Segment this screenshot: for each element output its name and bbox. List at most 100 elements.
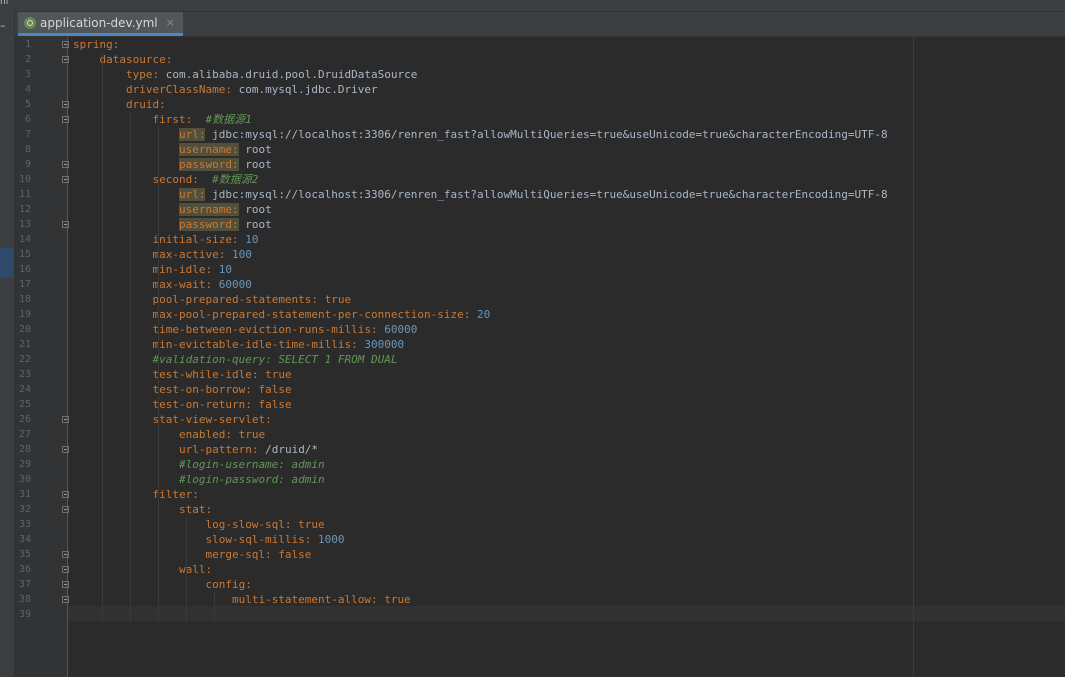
code-line[interactable]: max-wait: 60000 bbox=[73, 277, 251, 292]
fold-marker-icon[interactable] bbox=[62, 116, 69, 123]
code-line[interactable]: time-between-eviction-runs-millis: 60000 bbox=[73, 322, 417, 337]
code-line[interactable]: url-pattern: /druid/* bbox=[73, 442, 318, 457]
code-token: test-on-return: bbox=[152, 398, 252, 411]
line-number: 6 bbox=[24, 114, 31, 125]
code-comment: #validation-query: SELECT 1 FROM DUAL bbox=[152, 353, 398, 366]
line-number: 27 bbox=[18, 429, 31, 440]
code-token: username: bbox=[178, 203, 239, 216]
code-line[interactable]: test-on-return: false bbox=[73, 397, 291, 412]
code-line[interactable]: initial-size: 10 bbox=[73, 232, 258, 247]
code-line[interactable]: second: #数据源2 bbox=[73, 172, 258, 187]
code-line[interactable]: config: bbox=[73, 577, 251, 592]
code-line[interactable]: filter: bbox=[73, 487, 198, 502]
code-token: test-on-borrow: bbox=[152, 383, 252, 396]
code-text: com.mysql.jdbc.Driver bbox=[231, 83, 378, 96]
fold-marker-icon[interactable] bbox=[62, 596, 69, 603]
code-token: time-between-eviction-runs-millis: bbox=[152, 323, 378, 336]
line-number: 33 bbox=[18, 519, 31, 530]
code-line[interactable]: stat: bbox=[73, 502, 212, 517]
fold-marker-icon[interactable] bbox=[62, 41, 69, 48]
line-number: 14 bbox=[18, 234, 31, 245]
code-line[interactable]: #login-username: admin bbox=[73, 457, 325, 472]
fold-marker-icon[interactable] bbox=[62, 101, 69, 108]
code-line[interactable]: druid: bbox=[73, 97, 166, 112]
fold-marker-icon[interactable] bbox=[62, 491, 69, 498]
line-number: 3 bbox=[24, 69, 31, 80]
fold-marker-icon[interactable] bbox=[62, 56, 69, 63]
code-token: test-while-idle: bbox=[152, 368, 259, 381]
fold-marker-icon[interactable] bbox=[62, 161, 69, 168]
code-line[interactable]: url: jdbc:mysql://localhost:3306/renren_… bbox=[73, 127, 888, 142]
code-line[interactable]: min-idle: 10 bbox=[73, 262, 231, 277]
code-token: slow-sql-millis: bbox=[205, 533, 312, 546]
code-line[interactable]: driverClassName: com.mysql.jdbc.Driver bbox=[73, 82, 378, 97]
code-token: min-idle: bbox=[152, 263, 213, 276]
code-line[interactable]: test-while-idle: true bbox=[73, 367, 291, 382]
fold-marker-icon[interactable] bbox=[62, 551, 69, 558]
code-line[interactable]: first: #数据源1 bbox=[73, 112, 252, 127]
code-line[interactable]: type: com.alibaba.druid.pool.DruidDataSo… bbox=[73, 67, 417, 82]
code-text: /druid/* bbox=[258, 443, 319, 456]
code-line[interactable]: spring: bbox=[73, 37, 119, 52]
code-editor[interactable]: spring: datasource: type: com.alibaba.dr… bbox=[68, 37, 1065, 677]
line-number: 25 bbox=[18, 399, 31, 410]
fold-marker-icon[interactable] bbox=[62, 446, 69, 453]
fold-marker-icon[interactable] bbox=[62, 176, 69, 183]
fold-marker-icon[interactable] bbox=[62, 221, 69, 228]
code-token: password: bbox=[178, 218, 239, 231]
code-line[interactable]: #validation-query: SELECT 1 FROM DUAL bbox=[73, 352, 398, 367]
code-token: stat: bbox=[178, 503, 213, 516]
line-number: 5 bbox=[24, 99, 31, 110]
code-line[interactable]: datasource: bbox=[73, 52, 173, 67]
line-number: 34 bbox=[18, 534, 31, 545]
tool-window-selection[interactable] bbox=[0, 248, 14, 278]
fold-marker-icon[interactable] bbox=[62, 566, 69, 573]
line-number: 4 bbox=[24, 84, 31, 95]
fold-marker-icon[interactable] bbox=[62, 416, 69, 423]
code-line[interactable]: min-evictable-idle-time-millis: 300000 bbox=[73, 337, 404, 352]
code-line[interactable]: test-on-borrow: false bbox=[73, 382, 291, 397]
code-token: true bbox=[324, 293, 352, 306]
line-number: 11 bbox=[18, 189, 31, 200]
fold-marker-icon[interactable] bbox=[62, 506, 69, 513]
code-line[interactable]: #login-password: admin bbox=[73, 472, 325, 487]
code-line[interactable]: merge-sql: false bbox=[73, 547, 311, 562]
line-number: 8 bbox=[24, 144, 31, 155]
code-comment: #数据源1 bbox=[205, 113, 252, 126]
code-number: 1000 bbox=[318, 533, 345, 546]
line-number: 39 bbox=[18, 609, 31, 620]
code-token: log-slow-sql: bbox=[205, 518, 292, 531]
code-token: multi-statement-allow: bbox=[231, 593, 378, 606]
code-line[interactable]: log-slow-sql: true bbox=[73, 517, 325, 532]
code-line[interactable]: multi-statement-allow: true bbox=[73, 592, 411, 607]
code-token: true bbox=[298, 518, 325, 531]
fold-marker-icon[interactable] bbox=[62, 581, 69, 588]
code-line[interactable]: url: jdbc:mysql://localhost:3306/renren_… bbox=[73, 187, 888, 202]
code-line[interactable]: slow-sql-millis: 1000 bbox=[73, 532, 345, 547]
code-line[interactable]: pool-prepared-statements: true bbox=[73, 292, 351, 307]
code-token: false bbox=[278, 548, 312, 561]
code-comment: #login-password: admin bbox=[178, 473, 325, 486]
collapse-icon[interactable]: – bbox=[0, 20, 6, 32]
code-line[interactable]: max-pool-prepared-statement-per-connecti… bbox=[73, 307, 490, 322]
tab-application-dev-yml[interactable]: application-dev.yml × bbox=[18, 12, 183, 36]
line-number: 28 bbox=[18, 444, 31, 455]
indent-guide bbox=[186, 517, 187, 622]
close-icon[interactable]: × bbox=[166, 16, 175, 29]
code-line[interactable]: wall: bbox=[73, 562, 212, 577]
code-line[interactable]: max-active: 100 bbox=[73, 247, 251, 262]
